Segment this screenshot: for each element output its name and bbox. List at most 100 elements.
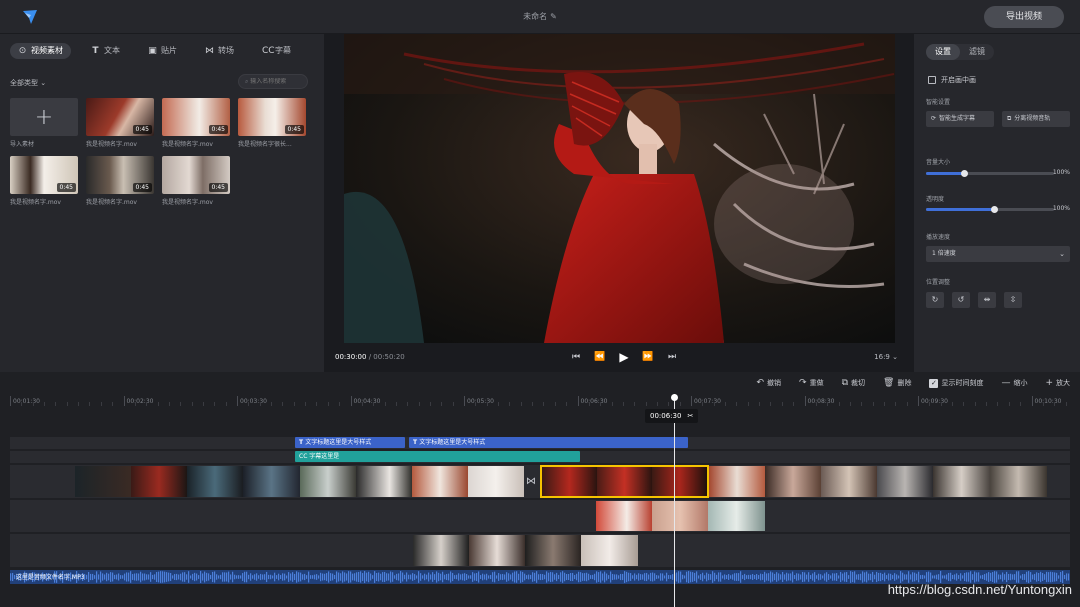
waveform-bar xyxy=(924,575,926,579)
media-thumbnail[interactable]: 0:45 xyxy=(238,98,306,136)
tab-stickers[interactable]: ▣ 贴片 xyxy=(140,43,185,59)
text-clip[interactable]: T 文字标题这里是大号样式 xyxy=(409,437,688,448)
transition-icon[interactable]: ⋈ xyxy=(526,476,536,487)
separate-audio-button[interactable]: ⧉ 分离视频音轨 xyxy=(1002,111,1070,127)
zoom-in-button[interactable]: + 放大 xyxy=(1045,378,1070,388)
opacity-slider-handle[interactable] xyxy=(990,206,998,213)
tab-filters[interactable]: 滤镜 xyxy=(960,44,994,60)
play-icon[interactable]: ▶ xyxy=(618,351,630,363)
waveform-bar xyxy=(504,574,506,580)
skip-end-icon[interactable]: ⏭ xyxy=(666,351,678,363)
skip-start-icon[interactable]: ⏮ xyxy=(570,351,582,363)
overlay-clip[interactable] xyxy=(596,501,765,531)
media-item[interactable]: 0:45 我是视频名字.mov xyxy=(86,156,154,206)
type-filter-dropdown[interactable]: 全部类型 ⌄ xyxy=(10,78,46,88)
export-video-button[interactable]: 导出视频 xyxy=(984,6,1064,28)
rotate-left-icon[interactable]: ↺ xyxy=(952,292,970,308)
waveform-bar xyxy=(770,571,772,583)
fast-forward-icon[interactable]: ⏩ xyxy=(642,351,654,363)
pip-toggle[interactable]: 开启画中画 xyxy=(928,75,976,85)
waveform-bar xyxy=(894,573,896,581)
waveform-bar xyxy=(250,573,252,581)
flip-horizontal-icon[interactable]: ⇹ xyxy=(978,292,996,308)
overlay-clip[interactable] xyxy=(413,535,638,566)
crop-button[interactable]: ⧉ 裁切 xyxy=(842,378,865,388)
delete-button[interactable]: 🗑 删除 xyxy=(883,378,911,388)
checkbox-icon[interactable]: ✓ xyxy=(929,378,939,388)
tab-settings[interactable]: 设置 xyxy=(926,44,960,60)
tab-subtitles[interactable]: CC 字幕 xyxy=(254,43,299,59)
media-item[interactable]: 0:45 我是视频名字很长... xyxy=(238,98,306,148)
waveform-bar xyxy=(382,572,384,582)
rotate-right-icon[interactable]: ↻ xyxy=(926,292,944,308)
waveform-bar xyxy=(110,572,112,582)
selected-video-clip[interactable] xyxy=(540,465,709,498)
tab-text[interactable]: T 文本 xyxy=(83,43,128,59)
waveform-bar xyxy=(1048,572,1050,582)
media-thumbnail[interactable]: 0:45 xyxy=(10,156,78,194)
edit-pencil-icon[interactable]: ✎ xyxy=(550,12,557,21)
import-media-item[interactable]: + 导入素材 xyxy=(10,98,78,148)
media-item[interactable]: 0:45 我是视频名字.mov xyxy=(86,98,154,148)
waveform-bar xyxy=(424,573,426,581)
video-clip[interactable] xyxy=(709,466,1047,497)
position-buttons: ↻ ↺ ⇹ ⇳ xyxy=(926,292,1022,308)
waveform-bar xyxy=(132,574,134,580)
waveform-bar xyxy=(164,571,166,583)
media-thumbnail[interactable]: 0:45 xyxy=(162,98,230,136)
ruler-minor-tick xyxy=(293,402,295,406)
waveform-bar xyxy=(570,572,572,582)
undo-button[interactable]: ↶ 撤销 xyxy=(756,378,781,388)
speed-select[interactable]: 1 倍速度 ⌄ xyxy=(926,246,1070,262)
scissors-icon[interactable]: ✂ xyxy=(687,409,693,423)
text-clip[interactable]: T 文字标题这里是大号样式 xyxy=(295,437,405,448)
pip-checkbox[interactable] xyxy=(928,76,936,84)
waveform-bar xyxy=(660,573,662,581)
media-item[interactable]: 0:45 我是视频名字.mov xyxy=(162,156,230,206)
volume-slider-handle[interactable] xyxy=(961,170,969,177)
rewind-icon[interactable]: ⏪ xyxy=(594,351,606,363)
show-time-scale-toggle[interactable]: ✓ 显示时间刻度 xyxy=(929,378,983,388)
media-thumbnail[interactable]: 0:45 xyxy=(162,156,230,194)
waveform-bar xyxy=(928,571,930,583)
time-ruler[interactable]: 00:01:30 00:02:30 00:03:30 00:04:30 00:05:30… xyxy=(0,390,1080,406)
waveform-bar xyxy=(746,575,748,579)
opacity-slider-fill xyxy=(926,208,994,211)
media-item[interactable]: 0:45 我是视频名字.mov xyxy=(10,156,78,206)
auto-subtitle-button[interactable]: ⟳ 智能生成字幕 xyxy=(926,111,994,127)
waveform-bar xyxy=(310,575,312,579)
add-icon[interactable]: + xyxy=(10,98,78,136)
subtitle-clip[interactable]: CC 字幕这里是 xyxy=(295,451,580,462)
waveform-bar xyxy=(1056,572,1058,582)
zoom-out-button[interactable]: — 缩小 xyxy=(1001,378,1027,388)
media-thumbnail[interactable]: 0:45 xyxy=(86,156,154,194)
video-clip[interactable] xyxy=(300,466,524,497)
waveform-bar xyxy=(418,571,420,583)
tab-transitions[interactable]: ⋈ 转场 xyxy=(197,43,242,59)
tab-video-assets[interactable]: ⊙ 视频素材 xyxy=(10,43,71,59)
ruler-minor-tick xyxy=(157,402,159,406)
document-title[interactable]: 未命名 ✎ xyxy=(0,11,1080,22)
search-box[interactable]: ⌕ xyxy=(238,74,308,89)
playhead-handle[interactable] xyxy=(671,394,678,401)
video-clip[interactable] xyxy=(75,466,300,497)
flip-vertical-icon[interactable]: ⇳ xyxy=(1004,292,1022,308)
aspect-ratio-select[interactable]: 16:9 ⌄ xyxy=(874,353,898,361)
ruler-minor-tick xyxy=(146,402,148,406)
waveform-bar xyxy=(544,574,546,580)
current-time: 00:30:00 xyxy=(335,353,367,361)
media-thumbnail[interactable]: 0:45 xyxy=(86,98,154,136)
opacity-slider[interactable] xyxy=(926,206,1054,213)
volume-slider[interactable] xyxy=(926,170,1054,177)
search-input[interactable] xyxy=(250,78,301,85)
redo-button[interactable]: ↷ 重做 xyxy=(799,378,824,388)
waveform-bar xyxy=(414,574,416,580)
video-frame[interactable] xyxy=(344,34,895,343)
waveform-bar xyxy=(958,575,960,579)
waveform-bar xyxy=(148,574,150,580)
waveform-bar xyxy=(808,572,810,582)
waveform-bar xyxy=(824,573,826,581)
waveform-bar xyxy=(846,572,848,582)
waveform-bar xyxy=(92,573,94,581)
media-item[interactable]: 0:45 我是视频名字.mov xyxy=(162,98,230,148)
